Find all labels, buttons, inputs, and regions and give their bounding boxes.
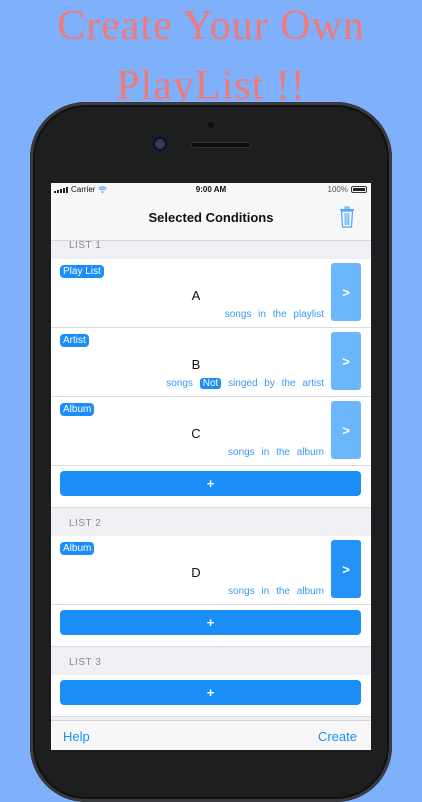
bottom-toolbar: Help Create bbox=[51, 720, 371, 750]
description-text: songs in the album bbox=[228, 447, 324, 458]
trash-icon[interactable] bbox=[339, 206, 355, 228]
earpiece-speaker bbox=[191, 142, 251, 148]
condition-type-badge: Album bbox=[60, 542, 94, 555]
condition-type-badge: Artist bbox=[60, 334, 89, 347]
help-button[interactable]: Help bbox=[63, 729, 90, 744]
description-text: songs bbox=[166, 378, 193, 389]
condition-value: A bbox=[51, 288, 341, 303]
condition-value: B bbox=[51, 357, 341, 372]
condition-description: songs in the album bbox=[228, 447, 324, 458]
condition-row[interactable]: Play List A songs in the playlist > bbox=[51, 259, 371, 328]
add-condition-row: + bbox=[51, 675, 371, 717]
battery-info: 100% bbox=[328, 185, 367, 194]
condition-detail-button[interactable]: > bbox=[331, 332, 361, 390]
front-camera-icon bbox=[155, 139, 165, 149]
condition-row[interactable]: Album C songs in the album > bbox=[51, 397, 371, 466]
condition-type-badge: Play List bbox=[60, 265, 104, 278]
battery-percent: 100% bbox=[328, 185, 348, 194]
section-header-list-2: LIST 2 bbox=[69, 518, 101, 529]
condition-detail-button[interactable]: > bbox=[331, 540, 361, 598]
condition-description: songs in the album bbox=[228, 586, 324, 597]
add-condition-button[interactable]: + bbox=[60, 680, 361, 705]
add-condition-button[interactable]: + bbox=[60, 610, 361, 635]
add-condition-row: + bbox=[51, 466, 371, 508]
condition-value: C bbox=[51, 426, 341, 441]
proximity-sensor bbox=[208, 122, 214, 128]
description-text: songs in the playlist bbox=[225, 309, 324, 320]
app-screen: Carrier 9:00 AM 100% Selected Conditions… bbox=[51, 183, 371, 750]
clock: 9:00 AM bbox=[51, 185, 371, 194]
navigation-bar: Selected Conditions bbox=[51, 197, 371, 241]
condition-value: D bbox=[51, 565, 341, 580]
description-text: songs in the album bbox=[228, 586, 324, 597]
add-condition-button[interactable]: + bbox=[60, 471, 361, 496]
section-header-list-3: LIST 3 bbox=[69, 657, 101, 668]
section-header-list-1: LIST 1 bbox=[69, 240, 101, 251]
condition-detail-button[interactable]: > bbox=[331, 263, 361, 321]
condition-type-badge: Album bbox=[60, 403, 94, 416]
headline-line-1: Create Your Own bbox=[0, 2, 422, 50]
condition-row[interactable]: Album D songs in the album > bbox=[51, 536, 371, 605]
condition-description: songs Not singed by the artist bbox=[166, 378, 324, 389]
add-condition-row: + bbox=[51, 605, 371, 647]
battery-icon bbox=[351, 186, 367, 193]
description-text: singed by the artist bbox=[228, 378, 324, 389]
status-bar: Carrier 9:00 AM 100% bbox=[51, 183, 371, 197]
condition-row[interactable]: Artist B songs Not singed by the artist … bbox=[51, 328, 371, 397]
page-title: Selected Conditions bbox=[51, 210, 371, 225]
not-badge: Not bbox=[200, 378, 222, 389]
condition-detail-button[interactable]: > bbox=[331, 401, 361, 459]
condition-description: songs in the playlist bbox=[225, 309, 324, 320]
create-button[interactable]: Create bbox=[318, 729, 357, 744]
